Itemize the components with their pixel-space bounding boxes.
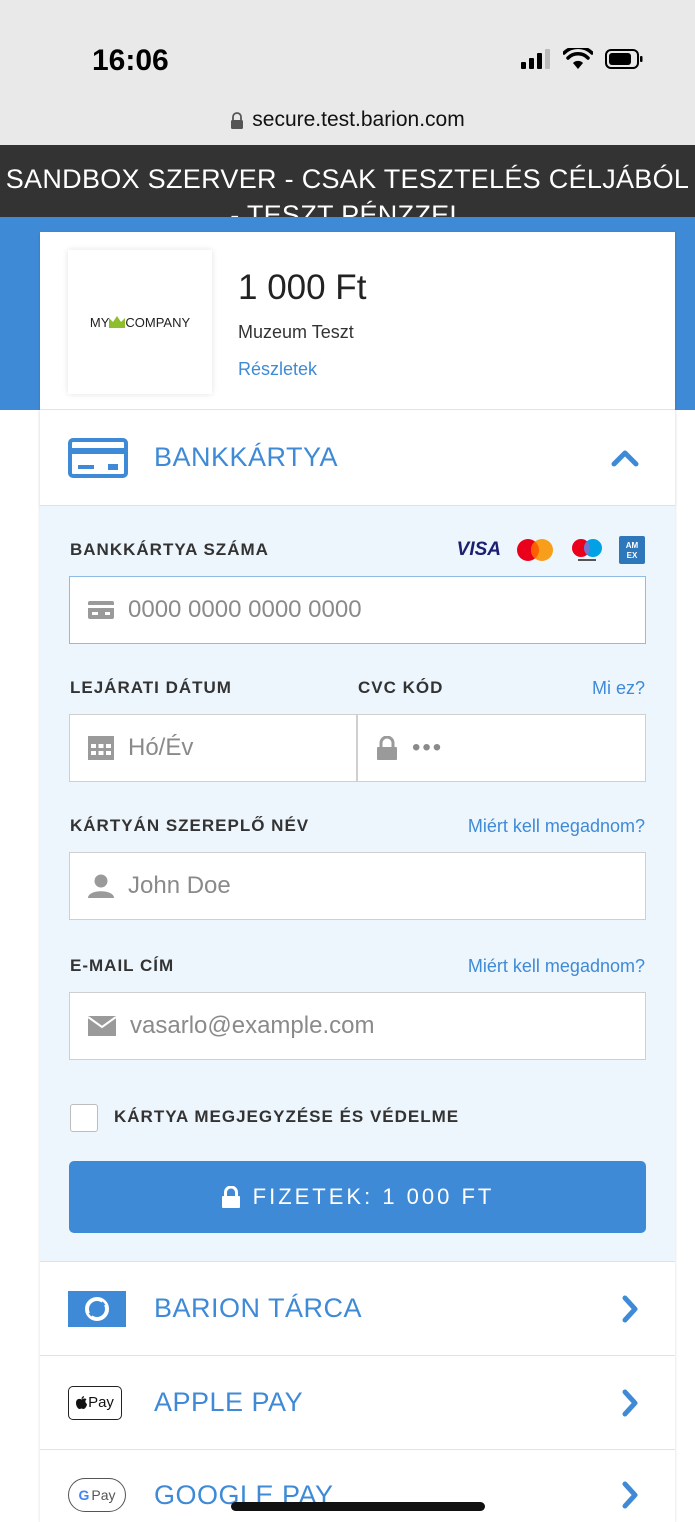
- order-amount: 1 000 Ft: [238, 268, 367, 307]
- email-placeholder: vasarlo@example.com: [130, 1012, 375, 1039]
- crown-icon: [109, 316, 126, 328]
- name-help-link[interactable]: Miért kell megadnom?: [468, 816, 645, 837]
- bankcard-form: BANKKÁRTYA SZÁMA VISA AM EX 0000 0000 00…: [40, 506, 675, 1262]
- apple-pay-label: APPLE PAY: [154, 1387, 304, 1417]
- cardholder-name-placeholder: John Doe: [128, 872, 231, 899]
- cvc-input[interactable]: •••: [357, 714, 646, 782]
- chevron-up-icon[interactable]: [611, 449, 639, 467]
- calendar-icon: [88, 736, 114, 760]
- cardholder-name-input[interactable]: John Doe: [69, 852, 646, 920]
- envelope-icon: [88, 1016, 116, 1036]
- credit-card-icon: [68, 437, 128, 478]
- apple-icon: [76, 1396, 88, 1409]
- card-icon: [88, 601, 114, 619]
- sandbox-banner: SANDBOX SZERVER - CSAK TESZTELÉS CÉLJÁBÓ…: [0, 145, 695, 217]
- amex-icon: AM EX: [619, 536, 645, 564]
- apple-pay-badge: Pay: [68, 1385, 122, 1420]
- pay-button-label: FIZETEK: 1 000 FT: [252, 1184, 495, 1209]
- bankcard-section-header[interactable]: BANKKÁRTYA: [40, 410, 675, 506]
- padlock-icon: [377, 736, 397, 760]
- remember-card-label[interactable]: KÁRTYA MEGJEGYZÉSE ÉS VÉDELME: [114, 1107, 459, 1127]
- barion-logo-icon: [68, 1290, 126, 1327]
- battery-icon: [605, 49, 643, 69]
- svg-text:AM: AM: [626, 541, 639, 550]
- google-g-icon: G: [78, 1487, 90, 1503]
- cvc-placeholder: •••: [412, 734, 444, 761]
- user-icon: [88, 874, 114, 898]
- visa-icon: VISA: [456, 539, 501, 560]
- expiry-label: LEJÁRATI DÁTUM: [70, 678, 232, 697]
- status-time: 16:06: [92, 44, 169, 77]
- padlock-icon: [221, 1186, 240, 1208]
- home-indicator[interactable]: [231, 1502, 485, 1511]
- mastercard-icon: [517, 539, 553, 561]
- expiry-input[interactable]: Hó/Év: [69, 714, 357, 782]
- merchant-logo: MY COMPANY: [68, 250, 212, 394]
- email-input[interactable]: vasarlo@example.com: [69, 992, 646, 1060]
- cardholder-name-label: KÁRTYÁN SZEREPLŐ NÉV: [70, 816, 310, 835]
- cvc-help-link[interactable]: Mi ez?: [592, 678, 645, 699]
- order-summary: MY COMPANY 1 000 Ft Muzeum Teszt Részlet…: [40, 232, 675, 410]
- chevron-right-icon: [622, 1389, 638, 1416]
- status-icons: [521, 48, 643, 70]
- card-number-label: BANKKÁRTYA SZÁMA: [70, 540, 269, 559]
- signal-icon: [521, 49, 550, 69]
- svg-text:EX: EX: [627, 551, 638, 560]
- merchant-name: Muzeum Teszt: [238, 322, 354, 342]
- lock-icon: [231, 112, 244, 129]
- details-link[interactable]: Részletek: [238, 359, 317, 380]
- payment-method-apple-pay[interactable]: Pay APPLE PAY: [40, 1356, 675, 1450]
- expiry-placeholder: Hó/Év: [128, 734, 194, 761]
- url-text: secure.test.barion.com: [252, 108, 465, 131]
- chevron-right-icon: [622, 1481, 638, 1509]
- status-bar: 16:06: [0, 0, 695, 100]
- email-label: E-MAIL CÍM: [70, 956, 175, 975]
- cvc-label: CVC KÓD: [358, 678, 444, 697]
- payment-card: MY COMPANY 1 000 Ft Muzeum Teszt Részlet…: [40, 232, 675, 1522]
- wifi-icon: [563, 48, 593, 69]
- chevron-right-icon: [622, 1295, 638, 1322]
- email-help-link[interactable]: Miért kell megadnom?: [468, 956, 645, 977]
- payment-method-google-pay[interactable]: G Pay GOOGLE PAY: [40, 1450, 675, 1522]
- remember-card-checkbox[interactable]: [70, 1104, 98, 1132]
- payment-method-barion-wallet[interactable]: BARION TÁRCA: [40, 1262, 675, 1356]
- card-brands: VISA AM EX: [457, 536, 645, 564]
- bankcard-title: BANKKÁRTYA: [154, 442, 339, 472]
- address-bar[interactable]: secure.test.barion.com: [0, 100, 695, 145]
- card-number-input[interactable]: 0000 0000 0000 0000: [69, 576, 646, 644]
- google-pay-badge: G Pay: [68, 1478, 126, 1512]
- pay-button[interactable]: FIZETEK: 1 000 FT: [69, 1161, 646, 1233]
- card-number-placeholder: 0000 0000 0000 0000: [128, 596, 362, 623]
- barion-wallet-label: BARION TÁRCA: [154, 1293, 363, 1323]
- maestro-icon: [572, 539, 602, 561]
